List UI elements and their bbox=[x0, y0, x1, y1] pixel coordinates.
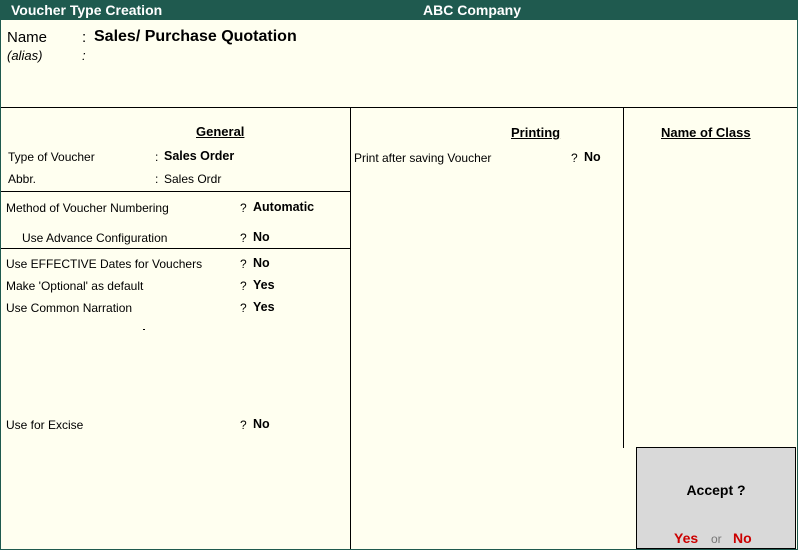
column-divider-2 bbox=[623, 108, 624, 448]
company-name: ABC Company bbox=[423, 2, 522, 18]
advance-config-q: ? bbox=[240, 231, 247, 245]
general-heading: General bbox=[196, 124, 245, 139]
common-narration-q: ? bbox=[240, 301, 247, 315]
common-narration-label: Use Common Narration bbox=[6, 301, 133, 315]
accept-yes-button[interactable]: Yes bbox=[674, 530, 698, 546]
effective-dates-field[interactable]: No bbox=[253, 256, 270, 270]
screen-title: Voucher Type Creation bbox=[11, 2, 163, 18]
accept-dialog: Accept ? Yes or No bbox=[636, 447, 796, 549]
abbr-field[interactable]: Sales Ordr bbox=[164, 172, 221, 186]
optional-default-field[interactable]: Yes bbox=[253, 278, 275, 292]
excise-field[interactable]: No bbox=[253, 417, 270, 431]
accept-no-button[interactable]: No bbox=[733, 530, 752, 546]
alias-colon: : bbox=[82, 48, 86, 63]
print-after-saving-q: ? bbox=[571, 151, 578, 165]
alias-label: (alias) bbox=[7, 48, 43, 63]
abbr-colon: : bbox=[155, 172, 159, 186]
common-narration-field[interactable]: Yes bbox=[253, 300, 275, 314]
effective-dates-label: Use EFFECTIVE Dates for Vouchers bbox=[6, 257, 203, 271]
title-bar: Voucher Type Creation ABC Company bbox=[1, 1, 797, 20]
numbering-label: Method of Voucher Numbering bbox=[6, 201, 169, 215]
name-colon: : bbox=[82, 29, 87, 46]
general-divider-2 bbox=[1, 248, 350, 249]
name-of-class-heading: Name of Class bbox=[661, 125, 751, 140]
abbr-label: Abbr. bbox=[8, 172, 37, 186]
numbering-field[interactable]: Automatic bbox=[253, 200, 314, 214]
header-divider bbox=[1, 107, 797, 108]
alias-field[interactable] bbox=[94, 47, 394, 63]
cursor-mark bbox=[143, 329, 145, 330]
type-of-voucher-label: Type of Voucher bbox=[8, 150, 95, 164]
numbering-q: ? bbox=[240, 201, 247, 215]
type-of-voucher-field[interactable]: Sales Order bbox=[164, 149, 234, 163]
accept-question: Accept ? bbox=[686, 482, 746, 498]
effective-dates-q: ? bbox=[240, 257, 247, 271]
general-divider-1 bbox=[1, 191, 350, 192]
column-divider-1 bbox=[350, 108, 351, 549]
excise-q: ? bbox=[240, 418, 247, 432]
type-of-voucher-colon: : bbox=[155, 150, 159, 164]
name-label: Name bbox=[7, 29, 48, 46]
print-after-saving-label: Print after saving Voucher bbox=[354, 151, 492, 165]
print-after-saving-field[interactable]: No bbox=[584, 150, 601, 164]
advance-config-field[interactable]: No bbox=[253, 230, 270, 244]
optional-default-label: Make 'Optional' as default bbox=[6, 279, 144, 293]
advance-config-label: Use Advance Configuration bbox=[22, 231, 168, 245]
name-field[interactable]: Sales/ Purchase Quotation bbox=[94, 28, 297, 46]
optional-default-q: ? bbox=[240, 279, 247, 293]
excise-label: Use for Excise bbox=[6, 418, 84, 432]
accept-or-text: or bbox=[711, 532, 722, 546]
printing-heading: Printing bbox=[511, 125, 561, 140]
